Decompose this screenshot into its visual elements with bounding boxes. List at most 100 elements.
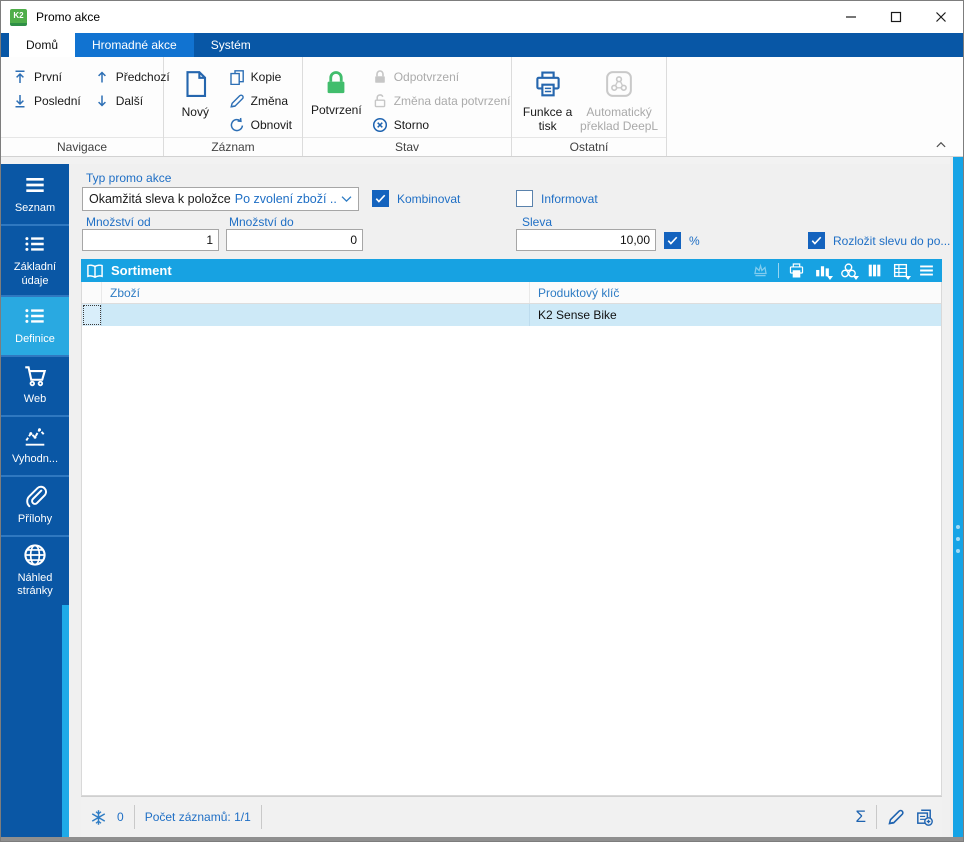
sidebar-item-zakladni-udaje[interactable]: Základní údaje bbox=[1, 224, 69, 295]
cart-icon bbox=[23, 364, 47, 388]
columns-icon[interactable] bbox=[866, 262, 883, 279]
table-row[interactable]: K2 Sense Bike bbox=[82, 304, 941, 326]
copy-icon bbox=[229, 69, 245, 85]
group-label-ostatni: Ostatní bbox=[512, 137, 666, 156]
checkbox-box bbox=[664, 232, 681, 249]
sidebar-item-definice[interactable]: Definice bbox=[1, 294, 69, 355]
functions-print-button[interactable]: Funkce a tisk bbox=[520, 65, 575, 134]
sidebar-item-prilohy[interactable]: Přílohy bbox=[1, 474, 69, 535]
divider bbox=[260, 805, 262, 829]
list-dotted-icon bbox=[23, 304, 47, 328]
checkbox-box bbox=[516, 190, 533, 207]
unconfirm-button[interactable]: Odpotvrzení bbox=[369, 65, 514, 88]
tab-domu[interactable]: Domů bbox=[9, 33, 76, 57]
sidebar-item-vyhodnoceni[interactable]: Vyhodn... bbox=[1, 414, 69, 475]
change-confirm-date-button[interactable]: Změna data potvrzení bbox=[369, 89, 514, 112]
chrome-gap bbox=[1, 157, 950, 164]
refresh-icon bbox=[229, 116, 245, 133]
ribbon-tabbar: Domů Hromadné akce Systém bbox=[1, 33, 963, 57]
list-icon bbox=[23, 173, 47, 197]
last-button[interactable]: Poslední bbox=[9, 89, 84, 112]
divider bbox=[133, 805, 135, 829]
right-scrollbar-strip[interactable] bbox=[950, 157, 963, 837]
content-area: Typ promo akce Okamžitá sleva k položce … bbox=[69, 164, 950, 837]
cluster-icon[interactable] bbox=[840, 262, 859, 280]
divider bbox=[778, 263, 779, 278]
sortiment-table: Zboží Produktový klíč K2 Sense Bike bbox=[81, 282, 942, 796]
chart-line-icon bbox=[23, 424, 47, 448]
paperclip-icon bbox=[23, 484, 47, 508]
minimize-button[interactable] bbox=[828, 2, 873, 33]
column-header-zbozi[interactable]: Zboží bbox=[102, 282, 530, 303]
quantity-from-input[interactable] bbox=[82, 229, 219, 251]
copy-add-icon[interactable] bbox=[915, 808, 933, 826]
statusbar: 0 Počet záznamů: 1/1 Σ bbox=[81, 796, 942, 837]
frozen-count: 0 bbox=[117, 810, 124, 824]
sum-sigma-icon[interactable]: Σ bbox=[855, 807, 866, 827]
spread-discount-checkbox[interactable]: Rozložit slevu do po... bbox=[808, 232, 950, 249]
pencil-icon bbox=[229, 93, 245, 109]
arrow-down-bar-icon bbox=[12, 93, 28, 109]
snowflake-icon[interactable] bbox=[90, 809, 107, 826]
sidebar-item-nahled-stranky[interactable]: Náhled stránky bbox=[1, 534, 69, 605]
row-selector-cell[interactable] bbox=[82, 304, 102, 326]
book-icon bbox=[86, 263, 104, 279]
type-label: Typ promo akce bbox=[86, 171, 172, 185]
cell-produktovy-klic[interactable]: K2 Sense Bike bbox=[530, 304, 941, 326]
sortiment-panel-header: Sortiment bbox=[81, 259, 942, 282]
checkbox-box bbox=[808, 232, 825, 249]
quantity-to-input[interactable] bbox=[226, 229, 363, 251]
first-button[interactable]: První bbox=[9, 65, 84, 88]
window-title: Promo akce bbox=[36, 10, 101, 24]
storno-button[interactable]: Storno bbox=[369, 113, 514, 136]
kombinovat-checkbox[interactable]: Kombinovat bbox=[372, 190, 460, 207]
tab-system[interactable]: Systém bbox=[194, 33, 268, 57]
quantity-from-label: Množství od bbox=[86, 215, 151, 229]
panel-title: Sortiment bbox=[111, 263, 172, 278]
confirm-button[interactable]: Potvrzení bbox=[311, 65, 362, 117]
grid-menu-icon[interactable] bbox=[918, 262, 935, 279]
promo-type-dropdown[interactable]: Okamžitá sleva k položce Po zvolení zbož… bbox=[82, 187, 359, 211]
favorites-crown-icon[interactable] bbox=[752, 262, 769, 279]
print-grid-icon[interactable] bbox=[788, 262, 805, 279]
collapse-ribbon-chevron-icon[interactable] bbox=[935, 138, 947, 150]
promo-akce-window: K2 Promo akce Domů Hromadné akce Systém … bbox=[0, 0, 964, 842]
ribbon-group-zaznam: Nový Kopie Změna Obnovit Záznam bbox=[164, 57, 303, 156]
list-dotted-icon bbox=[23, 232, 47, 256]
ribbon: První Poslední Předchozí Další Navigace … bbox=[1, 57, 963, 157]
sortiment-panel: Sortiment Zboží Produktový klíč K2 Sense… bbox=[81, 259, 942, 837]
informovat-checkbox[interactable]: Informovat bbox=[516, 190, 598, 207]
edit-pencil-icon[interactable] bbox=[887, 808, 905, 826]
copy-button[interactable]: Kopie bbox=[226, 65, 295, 88]
deepl-translate-button[interactable]: Automatický překlad DeepL bbox=[579, 65, 659, 134]
lock-gray-icon bbox=[372, 69, 388, 85]
excel-export-icon[interactable] bbox=[892, 262, 911, 280]
ribbon-group-stav: Potvrzení Odpotvrzení Změna data potvrze… bbox=[303, 57, 512, 156]
table-empty-area bbox=[82, 326, 941, 795]
sidebar-item-web[interactable]: Web bbox=[1, 354, 69, 415]
promo-form: Typ promo akce Okamžitá sleva k položce … bbox=[69, 164, 950, 259]
percent-checkbox[interactable]: % bbox=[664, 232, 700, 249]
row-selector-header bbox=[82, 282, 102, 303]
next-button[interactable]: Další bbox=[91, 89, 173, 112]
group-label-stav: Stav bbox=[303, 137, 511, 156]
maximize-button[interactable] bbox=[873, 2, 918, 33]
cell-zbozi[interactable] bbox=[102, 304, 530, 326]
discount-input[interactable] bbox=[516, 229, 656, 251]
lock-open-icon bbox=[372, 93, 388, 109]
k2-app-icon: K2 bbox=[10, 8, 27, 26]
tab-hromadne-akce[interactable]: Hromadné akce bbox=[75, 33, 194, 57]
column-header-produktovy-klic[interactable]: Produktový klíč bbox=[530, 282, 941, 303]
previous-button[interactable]: Předchozí bbox=[91, 65, 173, 88]
cancel-circle-icon bbox=[372, 117, 388, 133]
new-button[interactable]: Nový bbox=[172, 65, 219, 119]
change-button[interactable]: Změna bbox=[226, 89, 295, 112]
ribbon-group-ostatni: Funkce a tisk Automatický překlad DeepL … bbox=[512, 57, 667, 156]
close-button[interactable] bbox=[918, 2, 963, 33]
refresh-button[interactable]: Obnovit bbox=[226, 113, 295, 136]
chevron-down-icon bbox=[340, 193, 353, 206]
chart-icon[interactable] bbox=[814, 262, 833, 280]
sidebar-item-seznam[interactable]: Seznam bbox=[1, 164, 69, 224]
scrollbar-grip-dots bbox=[956, 525, 960, 553]
globe-icon bbox=[23, 543, 47, 567]
